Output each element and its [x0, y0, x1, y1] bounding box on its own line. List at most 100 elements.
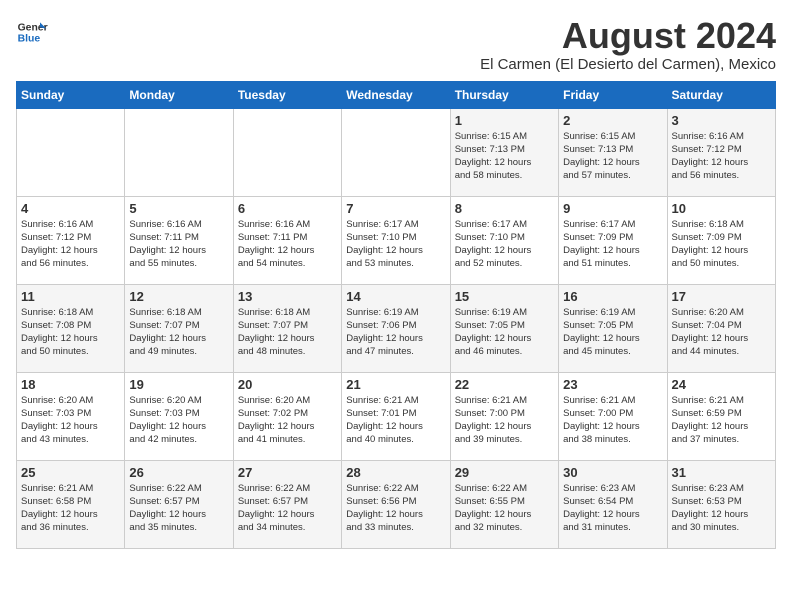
- day-info: Sunrise: 6:21 AM Sunset: 6:58 PM Dayligh…: [21, 482, 120, 535]
- calendar-cell: 4 Sunrise: 6:16 AM Sunset: 7:12 PM Daylig…: [17, 196, 125, 284]
- day-number: 22: [455, 377, 554, 392]
- calendar-cell: 10 Sunrise: 6:18 AM Sunset: 7:09 PM Dayli…: [667, 196, 775, 284]
- calendar-cell: 28 Sunrise: 6:22 AM Sunset: 6:56 PM Dayli…: [342, 460, 450, 548]
- day-number: 10: [672, 201, 771, 216]
- day-info: Sunrise: 6:16 AM Sunset: 7:11 PM Dayligh…: [129, 218, 228, 271]
- day-info: Sunrise: 6:22 AM Sunset: 6:56 PM Dayligh…: [346, 482, 445, 535]
- day-info: Sunrise: 6:18 AM Sunset: 7:08 PM Dayligh…: [21, 306, 120, 359]
- day-number: 29: [455, 465, 554, 480]
- day-info: Sunrise: 6:17 AM Sunset: 7:10 PM Dayligh…: [346, 218, 445, 271]
- calendar-cell: 3 Sunrise: 6:16 AM Sunset: 7:12 PM Daylig…: [667, 108, 775, 196]
- calendar-cell: 17Sunrise: 6:20 AM Sunset: 7:04 PM Dayli…: [667, 284, 775, 372]
- day-info: Sunrise: 6:17 AM Sunset: 7:10 PM Dayligh…: [455, 218, 554, 271]
- header-day-friday: Friday: [559, 81, 667, 108]
- header-day-tuesday: Tuesday: [233, 81, 341, 108]
- day-number: 14: [346, 289, 445, 304]
- day-info: Sunrise: 6:22 AM Sunset: 6:57 PM Dayligh…: [129, 482, 228, 535]
- calendar-cell: 24Sunrise: 6:21 AM Sunset: 6:59 PM Dayli…: [667, 372, 775, 460]
- day-info: Sunrise: 6:20 AM Sunset: 7:03 PM Dayligh…: [129, 394, 228, 447]
- day-info: Sunrise: 6:23 AM Sunset: 6:54 PM Dayligh…: [563, 482, 662, 535]
- day-number: 7: [346, 201, 445, 216]
- day-number: 13: [238, 289, 337, 304]
- calendar-cell: [342, 108, 450, 196]
- day-info: Sunrise: 6:18 AM Sunset: 7:07 PM Dayligh…: [129, 306, 228, 359]
- calendar-cell: 13 Sunrise: 6:18 AM Sunset: 7:07 PM Dayli…: [233, 284, 341, 372]
- calendar-cell: 26 Sunrise: 6:22 AM Sunset: 6:57 PM Dayli…: [125, 460, 233, 548]
- day-number: 30: [563, 465, 662, 480]
- calendar-cell: 19Sunrise: 6:20 AM Sunset: 7:03 PM Dayli…: [125, 372, 233, 460]
- day-number: 4: [21, 201, 120, 216]
- day-number: 28: [346, 465, 445, 480]
- page-header: General Blue August 2024 El Carmen (El D…: [16, 16, 776, 73]
- calendar-cell: 27Sunrise: 6:22 AM Sunset: 6:57 PM Dayli…: [233, 460, 341, 548]
- calendar-cell: 23Sunrise: 6:21 AM Sunset: 7:00 PM Dayli…: [559, 372, 667, 460]
- calendar-cell: 16 Sunrise: 6:19 AM Sunset: 7:05 PM Dayli…: [559, 284, 667, 372]
- title-block: August 2024 El Carmen (El Desierto del C…: [480, 16, 776, 73]
- week-row-4: 18 Sunrise: 6:20 AM Sunset: 7:03 PM Dayli…: [17, 372, 776, 460]
- day-number: 25: [21, 465, 120, 480]
- day-info: Sunrise: 6:17 AM Sunset: 7:09 PM Dayligh…: [563, 218, 662, 271]
- calendar-cell: 11 Sunrise: 6:18 AM Sunset: 7:08 PM Dayli…: [17, 284, 125, 372]
- day-info: Sunrise: 6:18 AM Sunset: 7:09 PM Dayligh…: [672, 218, 771, 271]
- day-number: 26: [129, 465, 228, 480]
- day-info: Sunrise: 6:21 AM Sunset: 7:00 PM Dayligh…: [455, 394, 554, 447]
- calendar-cell: 15 Sunrise: 6:19 AM Sunset: 7:05 PM Dayli…: [450, 284, 558, 372]
- calendar-cell: 29 Sunrise: 6:22 AM Sunset: 6:55 PM Dayli…: [450, 460, 558, 548]
- day-info: Sunrise: 6:23 AM Sunset: 6:53 PM Dayligh…: [672, 482, 771, 535]
- calendar-header: SundayMondayTuesdayWednesdayThursdayFrid…: [17, 81, 776, 108]
- day-number: 11: [21, 289, 120, 304]
- calendar-cell: 31 Sunrise: 6:23 AM Sunset: 6:53 PM Dayli…: [667, 460, 775, 548]
- day-info: Sunrise: 6:15 AM Sunset: 7:13 PM Dayligh…: [455, 130, 554, 183]
- day-number: 8: [455, 201, 554, 216]
- day-info: Sunrise: 6:18 AM Sunset: 7:07 PM Dayligh…: [238, 306, 337, 359]
- day-number: 16: [563, 289, 662, 304]
- calendar-cell: 18 Sunrise: 6:20 AM Sunset: 7:03 PM Dayli…: [17, 372, 125, 460]
- day-number: 9: [563, 201, 662, 216]
- day-info: Sunrise: 6:20 AM Sunset: 7:03 PM Dayligh…: [21, 394, 120, 447]
- day-info: Sunrise: 6:16 AM Sunset: 7:11 PM Dayligh…: [238, 218, 337, 271]
- calendar-cell: 21Sunrise: 6:21 AM Sunset: 7:01 PM Dayli…: [342, 372, 450, 460]
- calendar-cell: 22 Sunrise: 6:21 AM Sunset: 7:00 PM Dayli…: [450, 372, 558, 460]
- calendar-cell: [17, 108, 125, 196]
- day-info: Sunrise: 6:19 AM Sunset: 7:05 PM Dayligh…: [563, 306, 662, 359]
- header-row: SundayMondayTuesdayWednesdayThursdayFrid…: [17, 81, 776, 108]
- week-row-5: 25 Sunrise: 6:21 AM Sunset: 6:58 PM Dayli…: [17, 460, 776, 548]
- header-day-wednesday: Wednesday: [342, 81, 450, 108]
- day-info: Sunrise: 6:16 AM Sunset: 7:12 PM Dayligh…: [672, 130, 771, 183]
- calendar-cell: 5 Sunrise: 6:16 AM Sunset: 7:11 PM Daylig…: [125, 196, 233, 284]
- day-info: Sunrise: 6:19 AM Sunset: 7:06 PM Dayligh…: [346, 306, 445, 359]
- day-info: Sunrise: 6:20 AM Sunset: 7:02 PM Dayligh…: [238, 394, 337, 447]
- calendar-cell: 30 Sunrise: 6:23 AM Sunset: 6:54 PM Dayli…: [559, 460, 667, 548]
- calendar-cell: 7 Sunrise: 6:17 AM Sunset: 7:10 PM Daylig…: [342, 196, 450, 284]
- day-info: Sunrise: 6:20 AM Sunset: 7:04 PM Dayligh…: [672, 306, 771, 359]
- day-number: 15: [455, 289, 554, 304]
- header-day-saturday: Saturday: [667, 81, 775, 108]
- calendar-cell: 8 Sunrise: 6:17 AM Sunset: 7:10 PM Daylig…: [450, 196, 558, 284]
- day-number: 3: [672, 113, 771, 128]
- calendar-cell: 12Sunrise: 6:18 AM Sunset: 7:07 PM Dayli…: [125, 284, 233, 372]
- day-info: Sunrise: 6:22 AM Sunset: 6:55 PM Dayligh…: [455, 482, 554, 535]
- logo-icon: General Blue: [16, 16, 48, 48]
- calendar-cell: 6 Sunrise: 6:16 AM Sunset: 7:11 PM Daylig…: [233, 196, 341, 284]
- calendar-subtitle: El Carmen (El Desierto del Carmen), Mexi…: [480, 56, 776, 73]
- day-number: 5: [129, 201, 228, 216]
- day-number: 6: [238, 201, 337, 216]
- calendar-body: 1Sunrise: 6:15 AM Sunset: 7:13 PM Daylig…: [17, 108, 776, 548]
- day-info: Sunrise: 6:16 AM Sunset: 7:12 PM Dayligh…: [21, 218, 120, 271]
- week-row-3: 11 Sunrise: 6:18 AM Sunset: 7:08 PM Dayli…: [17, 284, 776, 372]
- day-number: 31: [672, 465, 771, 480]
- day-info: Sunrise: 6:21 AM Sunset: 7:01 PM Dayligh…: [346, 394, 445, 447]
- header-day-thursday: Thursday: [450, 81, 558, 108]
- calendar-table: SundayMondayTuesdayWednesdayThursdayFrid…: [16, 81, 776, 549]
- day-number: 18: [21, 377, 120, 392]
- calendar-cell: [125, 108, 233, 196]
- day-number: 24: [672, 377, 771, 392]
- calendar-cell: 14 Sunrise: 6:19 AM Sunset: 7:06 PM Dayli…: [342, 284, 450, 372]
- day-number: 2: [563, 113, 662, 128]
- day-number: 20: [238, 377, 337, 392]
- logo: General Blue: [16, 16, 48, 48]
- day-info: Sunrise: 6:19 AM Sunset: 7:05 PM Dayligh…: [455, 306, 554, 359]
- calendar-title: August 2024: [480, 16, 776, 56]
- week-row-2: 4 Sunrise: 6:16 AM Sunset: 7:12 PM Daylig…: [17, 196, 776, 284]
- calendar-cell: 20 Sunrise: 6:20 AM Sunset: 7:02 PM Dayli…: [233, 372, 341, 460]
